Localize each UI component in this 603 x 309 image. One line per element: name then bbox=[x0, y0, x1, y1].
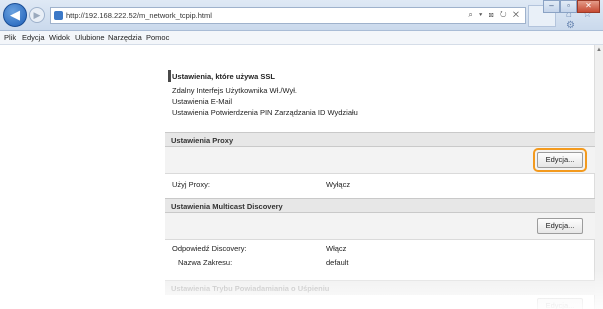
scroll-up-icon[interactable]: ▲ bbox=[596, 47, 602, 53]
address-bar-action-icons[interactable]: ⌕ ▾ ⊠ ↻ ✕ bbox=[468, 10, 521, 20]
use-proxy-value: Wyłącz bbox=[326, 180, 351, 189]
proxy-section-title: Ustawienia Proxy bbox=[171, 136, 234, 145]
menu-bar: Plik Edycja Widok Ulubione Narzędzia Pom… bbox=[0, 31, 603, 45]
scope-name-label: Nazwa Zakresu: bbox=[178, 258, 233, 267]
multicast-section-header: Ustawienia Multicast Discovery bbox=[165, 198, 595, 213]
menu-item-favorites[interactable]: Ulubione bbox=[75, 33, 105, 42]
proxy-section-header: Ustawienia Proxy bbox=[165, 132, 595, 147]
sleep-notification-section-title: Ustawienia Trybu Powiadamiania o Uśpieni… bbox=[171, 284, 330, 293]
back-button[interactable]: ◀ bbox=[3, 3, 27, 27]
minimize-button[interactable]: – bbox=[543, 0, 560, 13]
proxy-toolbar bbox=[165, 147, 595, 174]
menu-item-help[interactable]: Pomoc bbox=[146, 33, 169, 42]
edit-button-highlight bbox=[533, 148, 587, 172]
pin-confirmation-link[interactable]: Ustawienia Potwierdzenia PIN Zarządzania… bbox=[172, 108, 358, 117]
multicast-edit-button[interactable]: Edycja... bbox=[537, 218, 583, 234]
sleep-notification-section-header: Ustawienia Trybu Powiadamiania o Uśpieni… bbox=[165, 280, 595, 295]
menu-item-edit[interactable]: Edycja bbox=[22, 33, 45, 42]
remote-ui-link[interactable]: Zdalny Interfejs Użytkownika Wł./Wył. bbox=[172, 86, 297, 95]
maximize-button[interactable]: ▫ bbox=[560, 0, 577, 13]
menu-item-file[interactable]: Plik bbox=[4, 33, 16, 42]
use-proxy-label: Użyj Proxy: bbox=[172, 180, 210, 189]
ssl-settings-heading: Ustawienia, które używa SSL bbox=[172, 72, 275, 81]
page-favicon-icon bbox=[54, 11, 63, 20]
page-content bbox=[0, 45, 594, 309]
address-bar[interactable]: http://192.168.222.52/m_network_tcpip.ht… bbox=[50, 7, 526, 24]
multicast-section-title: Ustawienia Multicast Discovery bbox=[171, 202, 283, 211]
menu-item-view[interactable]: Widok bbox=[49, 33, 70, 42]
close-button[interactable]: ✕ bbox=[577, 0, 600, 13]
sleep-edit-button[interactable]: Edycja... bbox=[537, 298, 583, 309]
vertical-scrollbar[interactable] bbox=[594, 45, 603, 309]
multicast-toolbar bbox=[165, 213, 595, 240]
back-arrow-icon: ◀ bbox=[10, 7, 20, 22]
email-settings-link[interactable]: Ustawienia E-Mail bbox=[172, 97, 232, 106]
discovery-response-value: Włącz bbox=[326, 244, 347, 253]
browser-titlebar: ◀ ▶ http://192.168.222.52/m_network_tcpi… bbox=[0, 0, 603, 31]
discovery-response-label: Odpowiedź Discovery: bbox=[172, 244, 247, 253]
forward-arrow-icon: ▶ bbox=[33, 10, 41, 20]
window-controls: – ▫ ✕ bbox=[543, 0, 600, 14]
forward-button[interactable]: ▶ bbox=[29, 7, 45, 23]
scope-name-value: default bbox=[326, 258, 349, 267]
menu-item-tools[interactable]: Narzędzia bbox=[108, 33, 142, 42]
url-text[interactable]: http://192.168.222.52/m_network_tcpip.ht… bbox=[66, 11, 212, 20]
ssl-header-marker bbox=[168, 70, 171, 82]
